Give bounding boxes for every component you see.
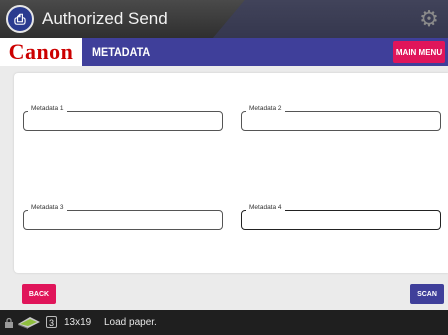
logo-container: Canon [0, 38, 82, 66]
tray-count-badge: 3 [46, 316, 57, 328]
paper-size: 13x19 [64, 317, 92, 328]
metadata-3-label: Metadata 3 [28, 204, 67, 211]
scan-button[interactable]: SCAN [410, 284, 444, 304]
authorized-send-icon: ⎙ [6, 5, 34, 33]
content-area: Metadata 1 Metadata 2 Metadata 3 Metadat… [0, 66, 448, 310]
canon-logo: Canon [8, 39, 74, 64]
metadata-4-label: Metadata 4 [246, 204, 285, 211]
page-title: METADATA [92, 45, 151, 59]
title-bar: ⎙ Authorized Send ⚙ [0, 0, 448, 38]
metadata-2-label: Metadata 2 [246, 105, 285, 112]
lock-icon [5, 318, 13, 328]
gear-icon[interactable]: ⚙ [418, 8, 440, 30]
metadata-3-field[interactable]: Metadata 3 [23, 204, 223, 230]
main-menu-button[interactable]: MAIN MENU [393, 41, 445, 63]
title-bar-decoration [194, 0, 448, 38]
metadata-1-field[interactable]: Metadata 1 [23, 105, 223, 131]
metadata-1-label: Metadata 1 [28, 105, 67, 112]
paper-tray-icon [18, 317, 40, 329]
metadata-2-field[interactable]: Metadata 2 [241, 105, 441, 131]
status-bar: 3 13x19 Load paper. [0, 310, 448, 335]
app-title: Authorized Send [42, 9, 168, 28]
status-message: Load paper. [104, 317, 157, 328]
back-button[interactable]: BACK [22, 284, 56, 304]
page-header: Canon METADATA MAIN MENU [0, 38, 448, 66]
metadata-4-field[interactable]: Metadata 4 [241, 204, 441, 230]
metadata-panel: Metadata 1 Metadata 2 Metadata 3 Metadat… [14, 73, 448, 273]
